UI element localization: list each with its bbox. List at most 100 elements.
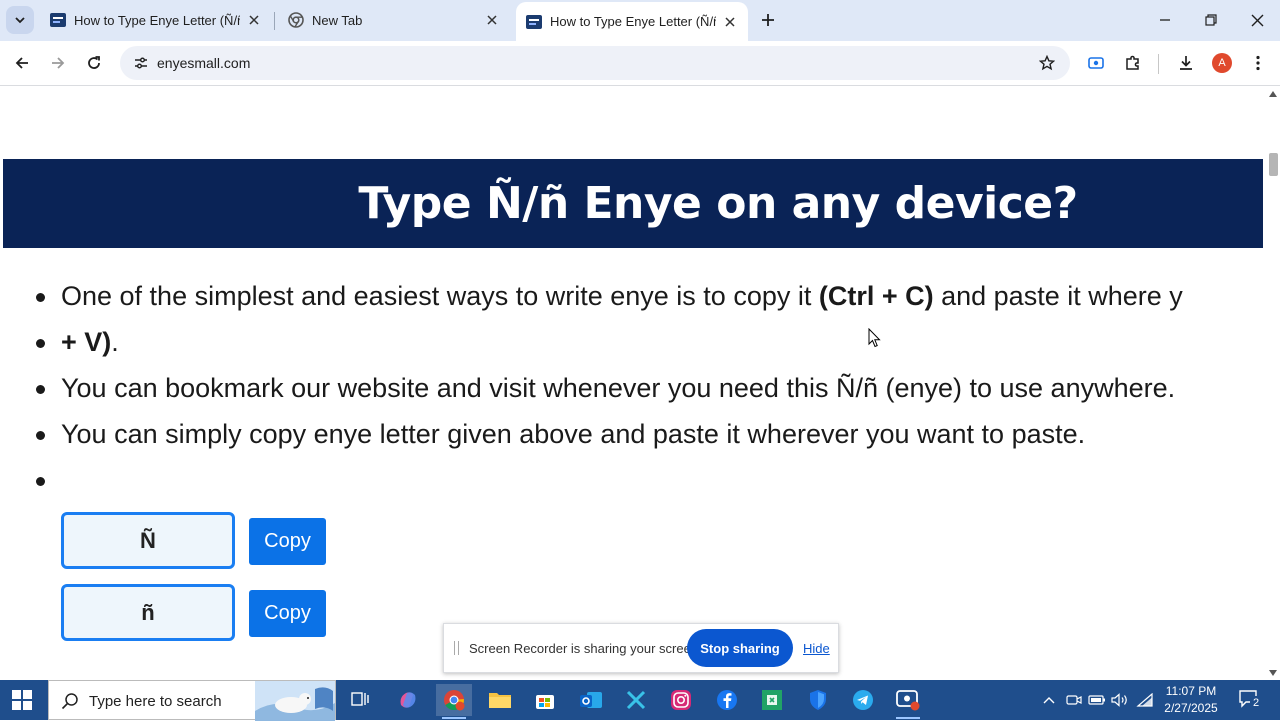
tab-strip: How to Type Enye Letter (Ñ/ñ) I New Tab … bbox=[0, 0, 1280, 41]
close-icon[interactable] bbox=[722, 14, 738, 30]
profile-avatar[interactable]: A bbox=[1212, 53, 1232, 73]
scroll-thumb[interactable] bbox=[1269, 153, 1278, 176]
reload-icon bbox=[88, 56, 100, 69]
show-hidden-icons-button[interactable] bbox=[1040, 680, 1058, 720]
chrome-app[interactable] bbox=[436, 684, 472, 719]
list-item-continuation: + V). bbox=[34, 319, 1266, 365]
screen-recorder-icon bbox=[896, 690, 920, 711]
close-icon bbox=[1251, 14, 1263, 26]
volume-tray[interactable] bbox=[1110, 680, 1130, 720]
restore-button[interactable] bbox=[1188, 0, 1234, 40]
telegram-app[interactable] bbox=[845, 684, 881, 716]
folder-icon bbox=[489, 693, 511, 708]
toolbar-divider bbox=[1158, 54, 1159, 74]
drag-handle[interactable] bbox=[454, 641, 459, 655]
active-app-indicator bbox=[442, 717, 466, 719]
network-tray[interactable] bbox=[1135, 680, 1155, 720]
page-banner: Type Ñ/ñ Enye on any device? bbox=[3, 159, 1263, 248]
download-icon bbox=[1180, 56, 1192, 70]
back-button[interactable] bbox=[8, 49, 36, 77]
notification-center-button[interactable]: 2 bbox=[1238, 688, 1262, 710]
forward-button[interactable] bbox=[44, 49, 72, 77]
page-scrollbar[interactable] bbox=[1266, 87, 1280, 680]
windows-taskbar: Type here to search 11:07 PM 2/27/2025 2 bbox=[0, 680, 1280, 721]
tab-enye-1[interactable]: How to Type Enye Letter (Ñ/ñ) I bbox=[40, 2, 272, 38]
defender-app[interactable] bbox=[800, 684, 836, 716]
clock-date: 2/27/2025 bbox=[1164, 701, 1218, 715]
minimize-button[interactable] bbox=[1142, 0, 1188, 40]
arrow-right-icon bbox=[52, 57, 65, 69]
page-viewport: Type Ñ/ñ Enye on any device? One of the … bbox=[0, 87, 1266, 680]
browser-toolbar: enyesmall.com A bbox=[0, 41, 1280, 86]
reload-button[interactable] bbox=[80, 49, 108, 77]
chevron-down-icon bbox=[15, 17, 25, 24]
battery-tray[interactable] bbox=[1087, 680, 1107, 720]
browser-menu-button[interactable] bbox=[1244, 49, 1272, 77]
system-clock[interactable]: 11:07 PM 2/27/2025 bbox=[1158, 683, 1224, 717]
page-title: Type Ñ/ñ Enye on any device? bbox=[358, 178, 1078, 229]
xcode-app[interactable] bbox=[618, 684, 654, 716]
extensions-button[interactable] bbox=[1119, 49, 1147, 77]
window-close-button[interactable] bbox=[1234, 0, 1280, 40]
instagram-icon bbox=[671, 690, 691, 710]
address-bar[interactable]: enyesmall.com bbox=[120, 46, 1070, 80]
instruction-list: One of the simplest and easiest ways to … bbox=[34, 273, 1266, 486]
screen-recorder-app[interactable] bbox=[890, 684, 926, 719]
app-tile-icon bbox=[762, 690, 782, 710]
copilot-app[interactable] bbox=[390, 684, 426, 716]
puzzle-icon bbox=[1126, 55, 1139, 70]
facebook-app[interactable] bbox=[709, 684, 745, 716]
outlook-icon bbox=[580, 692, 602, 708]
site-favicon-icon bbox=[526, 14, 542, 29]
store-icon bbox=[536, 695, 554, 709]
task-view-icon bbox=[351, 692, 369, 706]
plus-icon bbox=[762, 14, 774, 26]
tab-search-button[interactable] bbox=[6, 6, 34, 34]
screen-cast-icon bbox=[1088, 57, 1104, 69]
tab-title: How to Type Enye Letter (Ñ/ñ) I bbox=[74, 12, 241, 28]
tab-new-tab[interactable]: New Tab bbox=[278, 2, 510, 38]
stop-sharing-button[interactable]: Stop sharing bbox=[687, 629, 793, 667]
hide-link[interactable]: Hide bbox=[803, 641, 830, 656]
tab-separator bbox=[274, 12, 275, 30]
list-item: One of the simplest and easiest ways to … bbox=[34, 273, 1266, 319]
screen-share-indicator[interactable] bbox=[1082, 49, 1110, 77]
windows-start-icon[interactable] bbox=[12, 690, 32, 710]
letter-display-lowercase[interactable]: ñ bbox=[61, 584, 235, 641]
site-info-icon[interactable] bbox=[128, 51, 154, 75]
search-icon bbox=[61, 693, 78, 710]
close-icon[interactable] bbox=[484, 12, 500, 28]
chrome-icon bbox=[288, 12, 304, 28]
more-vertical-icon bbox=[1256, 55, 1260, 71]
copy-uppercase-button[interactable]: Copy bbox=[249, 518, 326, 565]
bookmark-star-icon[interactable] bbox=[1036, 52, 1058, 74]
new-tab-button[interactable] bbox=[756, 8, 780, 32]
battery-icon bbox=[1088, 695, 1105, 705]
search-placeholder: Type here to search bbox=[89, 693, 222, 710]
mouse-cursor-icon bbox=[868, 328, 881, 348]
meet-now-tray[interactable] bbox=[1064, 680, 1084, 720]
downloads-button[interactable] bbox=[1172, 49, 1200, 77]
restore-icon bbox=[1205, 14, 1217, 26]
clock-time: 11:07 PM bbox=[1165, 684, 1217, 698]
file-explorer-app[interactable] bbox=[482, 684, 518, 716]
site-favicon-icon bbox=[50, 13, 66, 27]
scroll-up-icon[interactable] bbox=[1269, 91, 1277, 97]
microsoft-store-app[interactable] bbox=[527, 684, 563, 716]
wifi-icon bbox=[1136, 693, 1153, 707]
tab-enye-active[interactable]: How to Type Enye Letter (Ñ/ñ) I bbox=[516, 2, 748, 41]
tab-title: New Tab bbox=[312, 12, 363, 28]
task-view-button[interactable] bbox=[342, 684, 378, 716]
green-app[interactable] bbox=[754, 684, 790, 716]
instagram-app[interactable] bbox=[663, 684, 699, 716]
outlook-app[interactable] bbox=[573, 684, 609, 716]
copy-lowercase-button[interactable]: Copy bbox=[249, 590, 326, 637]
close-icon[interactable] bbox=[246, 12, 262, 28]
x-icon bbox=[626, 690, 646, 710]
list-item: You can bookmark our website and visit w… bbox=[34, 365, 1266, 411]
taskbar-search[interactable]: Type here to search bbox=[48, 680, 336, 721]
scroll-down-icon[interactable] bbox=[1269, 670, 1277, 676]
chrome-icon bbox=[444, 690, 465, 711]
url-text: enyesmall.com bbox=[157, 55, 251, 71]
letter-display-uppercase[interactable]: Ñ bbox=[61, 512, 235, 569]
